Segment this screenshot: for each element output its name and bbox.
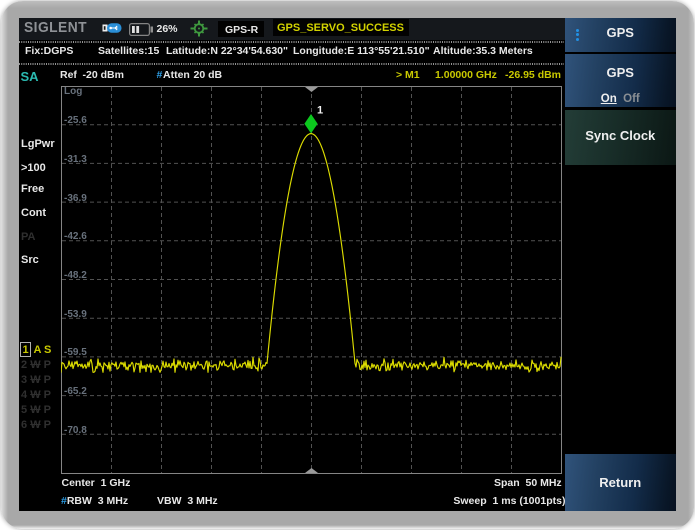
svg-text:1: 1 bbox=[317, 104, 323, 116]
